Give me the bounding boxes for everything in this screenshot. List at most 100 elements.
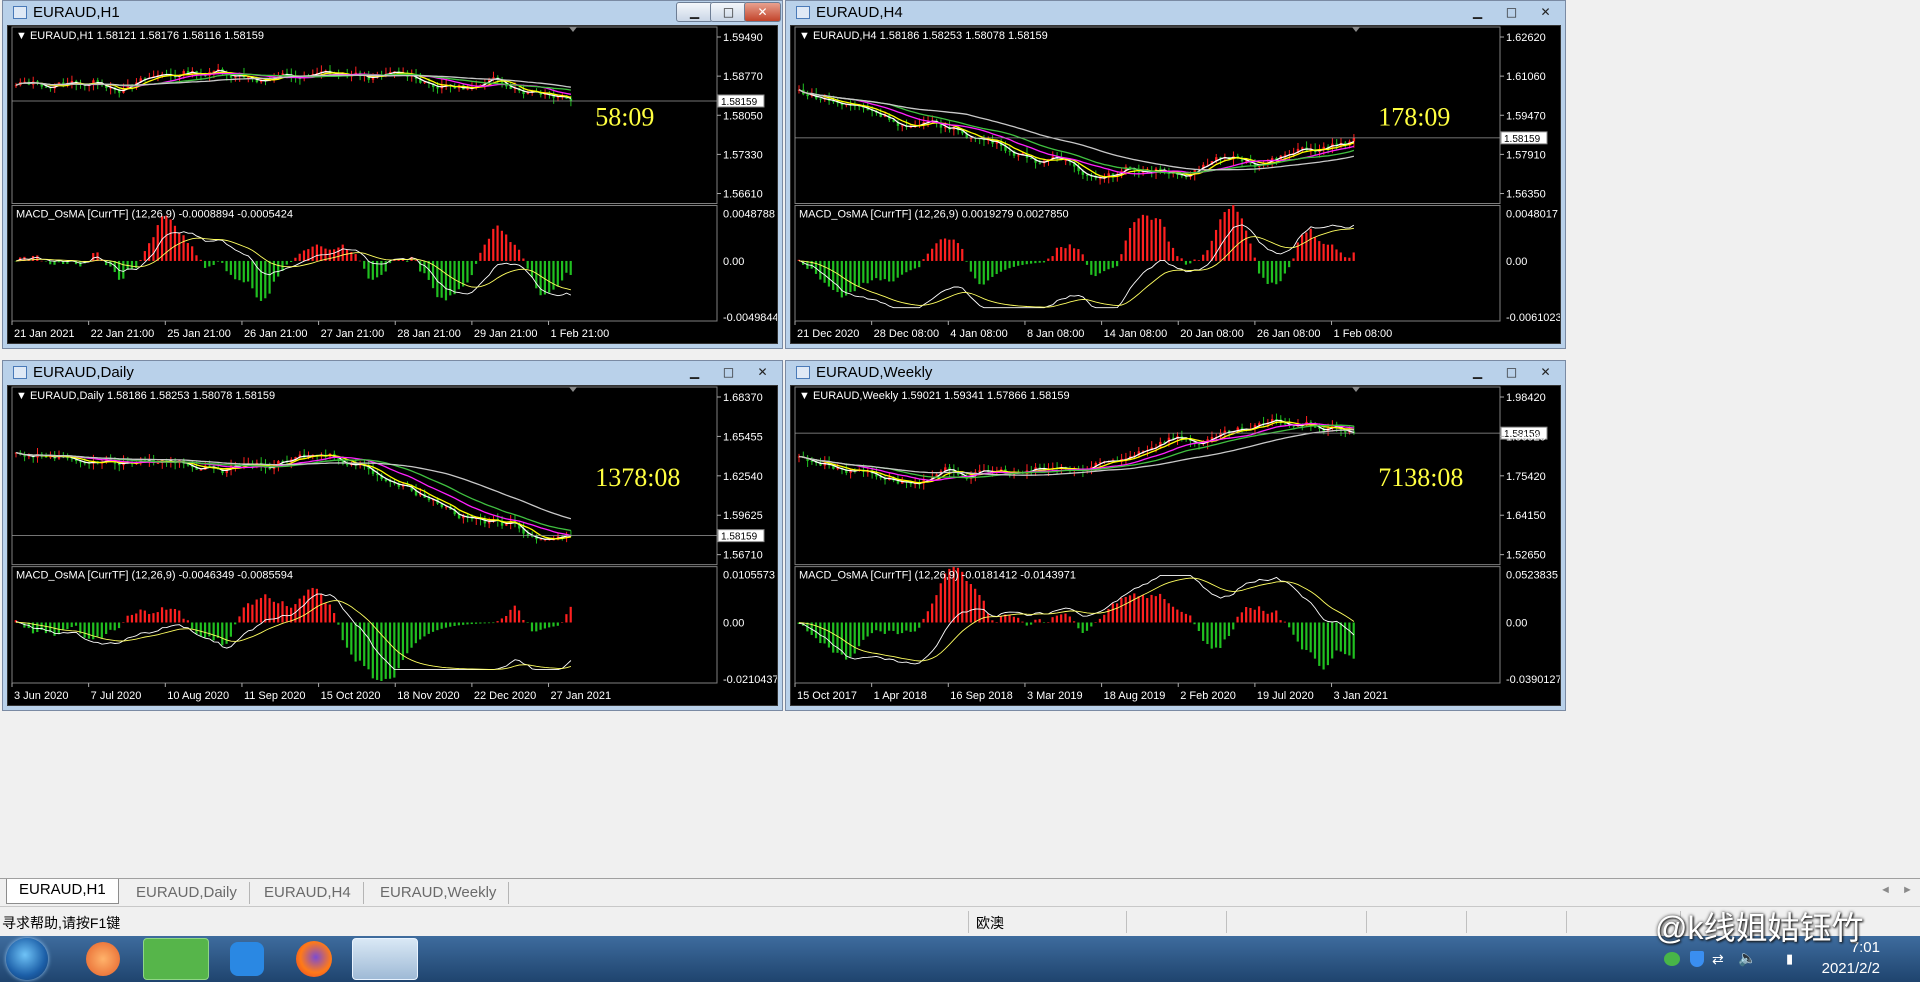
macd-histogram-bar bbox=[1012, 260, 1015, 267]
bar-countdown: 7138:08 bbox=[1378, 463, 1463, 492]
shield-icon[interactable] bbox=[1690, 951, 1704, 967]
taskbar-mt4-icon[interactable] bbox=[352, 938, 418, 980]
window-title-bar[interactable]: EURAUD,Daily ▁ □ ✕ bbox=[3, 361, 782, 385]
price-chart[interactable]: 1.58159 1.59490 1.58770 1.58050 1.57330 1.566… bbox=[8, 26, 777, 343]
macd-axis-label: 0.0105573 bbox=[723, 570, 775, 582]
time-axis-label: 28 Dec 08:00 bbox=[874, 328, 939, 340]
macd-histogram-bar bbox=[182, 618, 185, 623]
windows-start-icon[interactable] bbox=[6, 938, 48, 980]
macd-histogram-bar bbox=[569, 260, 572, 275]
price-axis-label: 1.57910 bbox=[1506, 149, 1546, 161]
macd-histogram-bar bbox=[543, 260, 546, 295]
macd-histogram-bar bbox=[1085, 260, 1089, 265]
chart-area[interactable]: 1.58159 1.98420 1.86920 1.75420 1.64150 1.526… bbox=[790, 385, 1561, 706]
close-button[interactable]: ✕ bbox=[744, 362, 781, 382]
window-title-bar[interactable]: EURAUD,H4 ▁ □ ✕ bbox=[786, 1, 1565, 25]
macd-histogram-bar bbox=[186, 243, 189, 261]
tray-wechat-icon[interactable] bbox=[1664, 952, 1680, 966]
window-title-bar[interactable]: EURAUD,H1 ▁ □ ✕ bbox=[3, 1, 782, 25]
minimize-button[interactable]: ▁ bbox=[1459, 2, 1496, 22]
time-axis-label: 4 Jan 08:00 bbox=[950, 328, 1008, 340]
candle-body bbox=[1301, 147, 1304, 149]
macd-histogram-bar bbox=[1047, 622, 1050, 623]
macd-histogram-bar bbox=[1279, 260, 1282, 282]
macd-histogram-bar bbox=[113, 622, 116, 631]
tab-euraud-weekly[interactable]: EURAUD,Weekly bbox=[368, 882, 510, 904]
taskbar-notes-icon[interactable] bbox=[230, 942, 264, 976]
macd-histogram-bar bbox=[1339, 252, 1342, 261]
volume-muted-icon[interactable]: 🔈 bbox=[1738, 949, 1757, 967]
maximize-button[interactable]: □ bbox=[1493, 362, 1530, 382]
macd-histogram-bar bbox=[1107, 260, 1110, 270]
macd-histogram-bar bbox=[543, 622, 546, 629]
macd-histogram-bar bbox=[1326, 244, 1329, 261]
macd-histogram-bar bbox=[505, 234, 508, 261]
price-chart[interactable]: 1.581591.984201.869201.754201.641501.526… bbox=[791, 386, 1560, 705]
macd-histogram-bar bbox=[143, 251, 146, 261]
chart-window-daily[interactable]: EURAUD,Daily ▁ □ ✕ 1.58159 1.68370 1.65455… bbox=[2, 360, 783, 711]
chart-area[interactable]: 1.58159 1.68370 1.65455 1.62540 1.59625 1.567… bbox=[7, 385, 778, 706]
tab-scroll-left-icon[interactable]: ◄ bbox=[1880, 884, 1891, 896]
chart-area[interactable]: 1.58159 1.59490 1.58770 1.58050 1.57330 1.566… bbox=[7, 25, 778, 344]
macd-histogram-bar bbox=[999, 260, 1003, 272]
wechat-icon[interactable] bbox=[143, 938, 209, 980]
close-button[interactable]: ✕ bbox=[1527, 2, 1564, 22]
chart-window-h1[interactable]: EURAUD,H1 ▁ □ ✕ 1.58159 1.59490 1.58770 1.5… bbox=[2, 0, 783, 349]
macd-histogram-bar bbox=[1064, 248, 1067, 261]
macd-histogram-bar bbox=[1206, 250, 1209, 261]
candle-body bbox=[901, 125, 904, 127]
macd-histogram-bar bbox=[539, 622, 542, 630]
macd-histogram-bar bbox=[384, 260, 387, 272]
macd-histogram-bar bbox=[419, 622, 422, 640]
macd-histogram-bar bbox=[1288, 622, 1291, 628]
macd-histogram-bar bbox=[165, 215, 168, 261]
macd-histogram-bar bbox=[1309, 228, 1312, 261]
tab-euraud-daily[interactable]: EURAUD,Daily bbox=[124, 882, 250, 904]
chart-window-weekly[interactable]: EURAUD,Weekly ▁ □ ✕ 1.58159 1.98420 1.8692… bbox=[785, 360, 1566, 711]
maximize-button[interactable]: □ bbox=[1493, 2, 1530, 22]
macd-histogram-bar bbox=[1197, 622, 1200, 632]
macd-histogram-bar bbox=[1159, 219, 1162, 261]
macd-histogram-bar bbox=[1167, 241, 1170, 261]
candle-body bbox=[819, 98, 822, 100]
macd-histogram-bar bbox=[1309, 622, 1312, 653]
macd-histogram-bar bbox=[483, 622, 486, 624]
tab-euraud-h4[interactable]: EURAUD,H4 bbox=[252, 882, 364, 904]
macd-histogram-bar bbox=[1081, 622, 1084, 633]
firefox-icon[interactable] bbox=[296, 941, 332, 977]
minimize-button[interactable]: ▁ bbox=[1459, 362, 1496, 382]
macd-histogram-bar bbox=[926, 611, 929, 623]
macd-histogram-bar bbox=[513, 605, 516, 623]
chart-area[interactable]: 1.58159 1.62620 1.61060 1.59470 1.57910 1.563… bbox=[790, 25, 1561, 344]
macd-histogram-bar bbox=[995, 260, 998, 275]
macd-histogram-bar bbox=[414, 260, 417, 261]
macd-histogram-bar bbox=[1038, 619, 1041, 623]
macd-histogram-bar bbox=[1094, 260, 1097, 277]
macd-histogram-bar bbox=[178, 232, 181, 261]
close-button[interactable]: ✕ bbox=[1527, 362, 1564, 382]
taskbar-clock-date[interactable]: 2021/2/2 bbox=[1800, 960, 1880, 977]
taskbar-app-fox-icon[interactable] bbox=[86, 942, 120, 976]
macd-histogram-bar bbox=[1270, 260, 1274, 283]
chart-window-h4[interactable]: EURAUD,H4 ▁ □ ✕ 1.58159 1.62620 1.61060 1.5… bbox=[785, 0, 1566, 349]
macd-histogram-bar bbox=[1090, 622, 1093, 627]
macd-histogram-bar bbox=[1098, 260, 1102, 274]
window-title-bar[interactable]: EURAUD,Weekly ▁ □ ✕ bbox=[786, 361, 1565, 385]
minimize-button[interactable]: ▁ bbox=[676, 362, 713, 382]
maximize-button[interactable]: □ bbox=[710, 362, 747, 382]
macd-histogram-bar bbox=[371, 622, 374, 679]
network-icon[interactable]: ⇄ bbox=[1712, 951, 1730, 967]
macd-histogram-bar bbox=[986, 260, 990, 281]
price-chart[interactable]: 1.58159 1.68370 1.65455 1.62540 1.59625 1.567… bbox=[8, 386, 777, 705]
close-button[interactable]: ✕ bbox=[744, 2, 781, 22]
minimize-button[interactable]: ▁ bbox=[676, 2, 713, 22]
macd-histogram-bar bbox=[1283, 621, 1286, 623]
macd-histogram-bar bbox=[1219, 622, 1222, 648]
tab-euraud-h1[interactable]: EURAUD,H1 bbox=[6, 879, 119, 904]
macd-histogram-bar bbox=[238, 260, 241, 281]
macd-histogram-bar bbox=[870, 622, 874, 634]
price-chart[interactable]: 1.58159 1.62620 1.61060 1.59470 1.57910 1.563… bbox=[791, 26, 1560, 343]
maximize-button[interactable]: □ bbox=[710, 2, 747, 22]
tab-scroll-right-icon[interactable]: ► bbox=[1902, 884, 1913, 896]
time-axis-label: 19 Jul 2020 bbox=[1257, 690, 1314, 702]
